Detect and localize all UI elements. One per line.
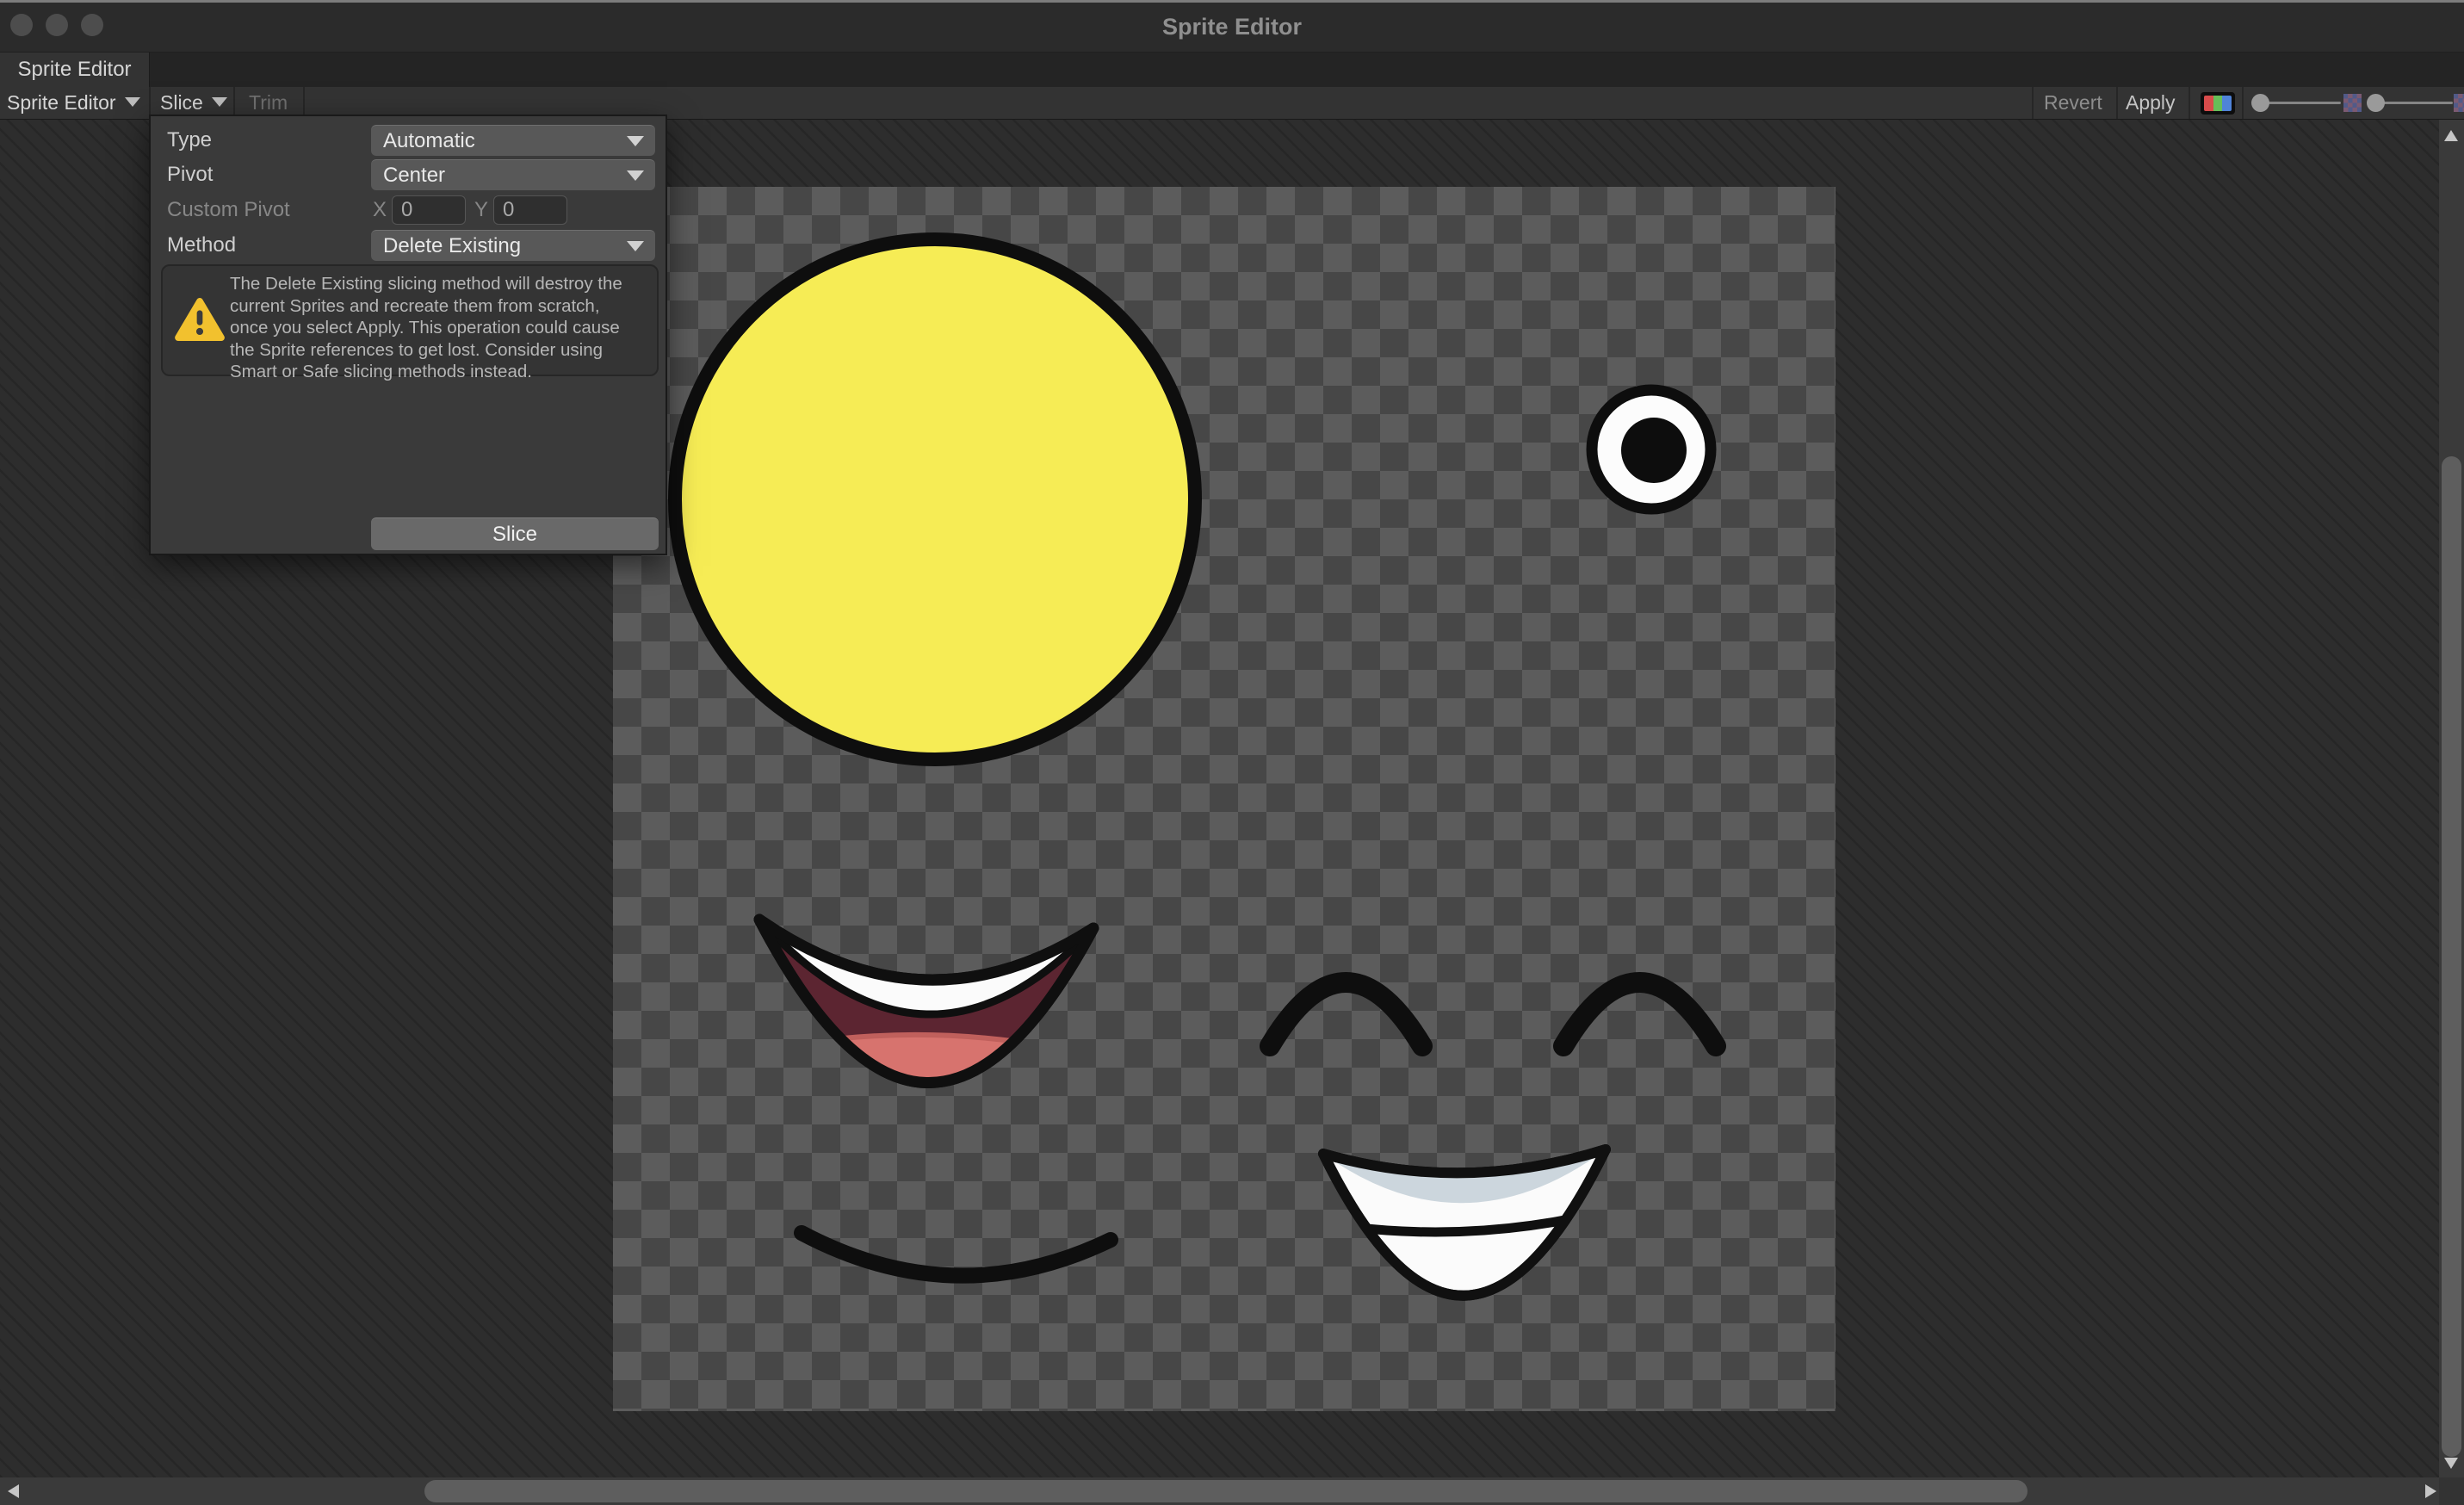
zoom-slider-track[interactable] — [2260, 102, 2341, 104]
pivot-dropdown[interactable]: Center — [371, 159, 655, 190]
sprite-editor-mode-label: Sprite Editor — [7, 91, 116, 114]
type-dropdown[interactable]: Automatic — [371, 125, 655, 156]
toolbar-separator — [2189, 87, 2190, 119]
sprite-editor-mode-dropdown[interactable]: Sprite Editor — [7, 87, 140, 119]
chevron-down-icon — [125, 97, 140, 107]
toolbar-separator — [2032, 87, 2034, 119]
vertical-scrollbar[interactable] — [2439, 120, 2464, 1477]
slice-menu-label: Slice — [160, 91, 203, 114]
chevron-down-icon — [627, 170, 644, 181]
scroll-left-arrow-icon[interactable] — [8, 1484, 19, 1498]
slice-panel: Type Automatic Pivot Center Custom Pivot… — [149, 115, 667, 555]
tab-bar: Sprite Editor — [0, 53, 2464, 87]
pivot-label: Pivot — [167, 159, 213, 190]
horizontal-scrollbar[interactable] — [0, 1477, 2452, 1505]
custom-pivot-y-label: Y — [474, 195, 488, 226]
tab-sprite-editor[interactable]: Sprite Editor — [0, 53, 150, 87]
mip-texture-icon — [2454, 94, 2464, 112]
window-title: Sprite Editor — [0, 3, 2464, 52]
sprite-face-circle[interactable] — [675, 239, 1195, 759]
method-dropdown[interactable]: Delete Existing — [371, 230, 655, 261]
chevron-down-icon — [627, 241, 644, 251]
horizontal-scrollbar-thumb[interactable] — [424, 1480, 2028, 1502]
green-channel-stripe — [2213, 96, 2223, 111]
apply-button[interactable]: Apply — [2126, 87, 2176, 119]
type-value: Automatic — [383, 129, 475, 152]
mip-texture-icon — [2343, 94, 2362, 112]
rgb-channel-icon[interactable] — [2201, 92, 2235, 115]
sprite-texture-canvas[interactable] — [613, 187, 1836, 1411]
warning-box: The Delete Existing slicing method will … — [161, 264, 659, 376]
method-label: Method — [167, 230, 236, 261]
red-channel-stripe — [2204, 96, 2213, 111]
sprite-mouth-smirk[interactable] — [802, 1233, 1111, 1276]
sprite-eye-open[interactable] — [1592, 390, 1711, 509]
toolbar-separator — [2242, 87, 2244, 119]
scrollbar-corner — [2439, 1477, 2464, 1505]
scroll-up-arrow-icon[interactable] — [2444, 130, 2458, 141]
custom-pivot-x-label: X — [373, 195, 387, 226]
custom-pivot-y-field[interactable]: 0 — [493, 195, 567, 225]
warning-message: The Delete Existing slicing method will … — [230, 273, 655, 383]
chevron-down-icon — [212, 97, 227, 107]
custom-pivot-label: Custom Pivot — [167, 195, 290, 226]
warning-triangle-icon — [175, 297, 225, 342]
custom-pivot-x-field[interactable]: 0 — [392, 195, 466, 225]
sprite-eye-closed-right[interactable] — [1563, 982, 1716, 1046]
method-value: Delete Existing — [383, 234, 521, 257]
mip-slider-thumb[interactable] — [2367, 94, 2385, 112]
zoom-slider-thumb[interactable] — [2251, 94, 2269, 112]
sprite-sheet — [613, 187, 1836, 1411]
chevron-down-icon — [627, 136, 644, 146]
sprite-mouth-laugh[interactable] — [759, 920, 1093, 1121]
sprite-eye-closed-left[interactable] — [1270, 982, 1422, 1046]
toolbar-separator — [2116, 87, 2118, 119]
pivot-value: Center — [383, 164, 445, 187]
sprite-mouth-grin[interactable] — [1323, 1149, 1606, 1296]
type-label: Type — [167, 125, 212, 156]
blue-channel-stripe — [2222, 96, 2232, 111]
scroll-down-arrow-icon[interactable] — [2444, 1458, 2458, 1469]
revert-button[interactable]: Revert — [2044, 87, 2102, 119]
slice-button[interactable]: Slice — [371, 517, 659, 550]
titlebar: Sprite Editor — [0, 0, 2464, 53]
scroll-right-arrow-icon[interactable] — [2425, 1484, 2436, 1498]
vertical-scrollbar-thumb[interactable] — [2442, 456, 2461, 1457]
mip-slider-track[interactable] — [2375, 102, 2453, 104]
